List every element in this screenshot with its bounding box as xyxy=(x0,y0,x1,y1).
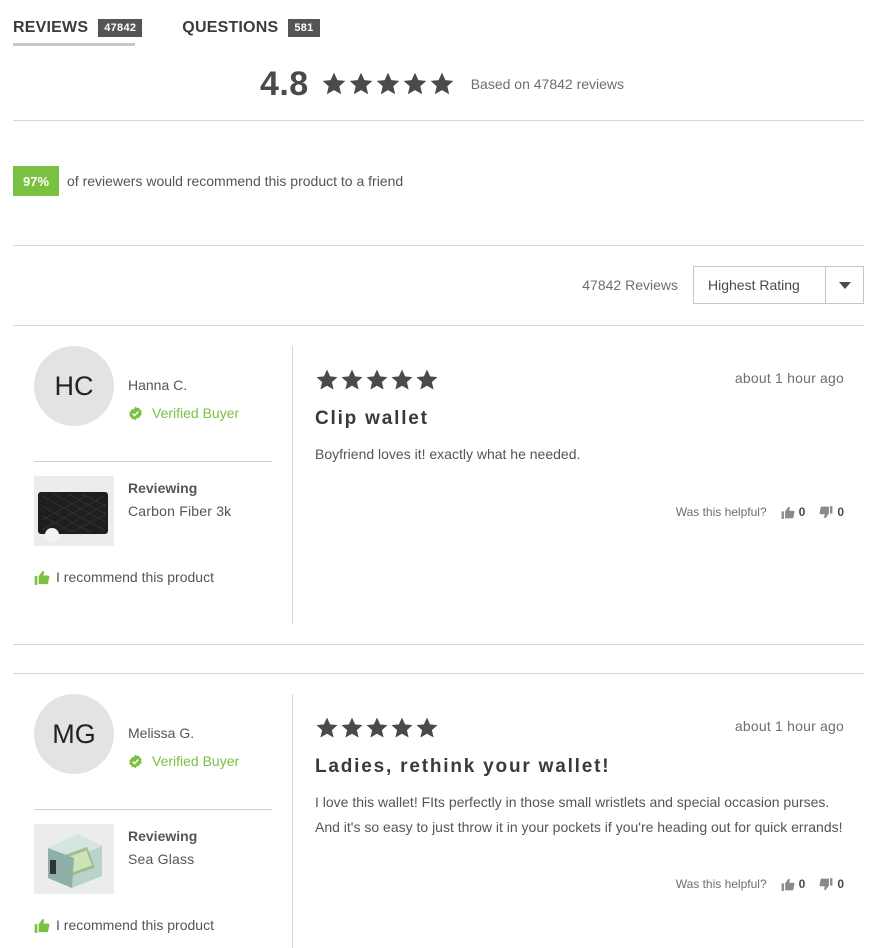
reviewing-label: Reviewing xyxy=(128,480,198,496)
verified-check-icon xyxy=(129,754,142,768)
tab-reviews-label: REVIEWS xyxy=(13,19,89,36)
chevron-down-icon[interactable] xyxy=(825,267,863,303)
star-icon xyxy=(348,71,374,97)
review-timestamp: about 1 hour ago xyxy=(734,718,844,734)
star-icon xyxy=(429,71,455,97)
thumbs-up-icon xyxy=(34,570,50,585)
helpful-votes: Was this helpful? 0 0 xyxy=(676,505,844,519)
divider xyxy=(13,120,864,121)
thumbs-up-icon xyxy=(781,878,795,891)
review-stars xyxy=(315,716,439,745)
verified-buyer: Verified Buyer xyxy=(128,753,239,769)
thumbs-down-icon xyxy=(819,505,833,518)
thumbs-up-icon xyxy=(781,506,795,519)
column-divider xyxy=(292,346,293,624)
product-thumbnail[interactable] xyxy=(34,476,114,546)
thumbs-down-icon xyxy=(819,877,833,890)
divider xyxy=(34,461,272,462)
recommends-product: I recommend this product xyxy=(34,569,214,585)
star-icon xyxy=(340,716,364,740)
summary-stars xyxy=(321,71,455,97)
vote-up-button[interactable]: 0 xyxy=(781,505,806,519)
star-icon xyxy=(415,368,439,392)
recommend-product-label: I recommend this product xyxy=(56,917,214,933)
vote-down-count: 0 xyxy=(837,877,844,891)
review-stars xyxy=(315,368,439,397)
review-item: MG Melissa G. Verified Buyer Reviewing S… xyxy=(13,694,864,948)
star-icon xyxy=(365,716,389,740)
reviewer-panel: HC Hanna C. Verified Buyer Reviewing Car… xyxy=(34,346,272,585)
recommend-product-label: I recommend this product xyxy=(56,569,214,585)
divider xyxy=(13,245,864,246)
tab-questions-label: QUESTIONS xyxy=(182,19,279,36)
star-icon xyxy=(321,71,347,97)
vote-up-count: 0 xyxy=(798,505,806,519)
reviewed-product-name[interactable]: Sea Glass xyxy=(128,851,194,867)
reviewer-panel: MG Melissa G. Verified Buyer Reviewing S… xyxy=(34,694,272,933)
verified-check-icon xyxy=(129,406,142,420)
star-icon xyxy=(315,368,339,392)
tab-questions-count-badge: 581 xyxy=(288,19,320,37)
helpful-votes: Was this helpful? 0 0 xyxy=(676,877,844,891)
divider xyxy=(13,644,864,645)
vote-up-count: 0 xyxy=(798,877,806,891)
recommend-percent-badge: 97% xyxy=(13,166,59,196)
reviewing-label: Reviewing xyxy=(128,828,198,844)
tab-reviews[interactable]: REVIEWS 47842 xyxy=(13,14,143,42)
star-icon xyxy=(375,71,401,97)
column-divider xyxy=(292,694,293,948)
star-icon xyxy=(315,716,339,740)
review-timestamp: about 1 hour ago xyxy=(734,370,844,386)
star-icon xyxy=(390,716,414,740)
product-thumbnail[interactable] xyxy=(34,824,114,894)
reviewer-name: Melissa G. xyxy=(128,725,195,741)
tab-reviews-count-badge: 47842 xyxy=(98,19,143,37)
reviewer-name: Hanna C. xyxy=(128,377,188,393)
star-icon xyxy=(390,368,414,392)
sort-select-value: Highest Rating xyxy=(708,277,800,293)
vote-down-count: 0 xyxy=(837,505,844,519)
recommends-product: I recommend this product xyxy=(34,917,214,933)
review-body: I love this wallet! FIts perfectly in th… xyxy=(315,794,843,835)
divider xyxy=(13,325,864,326)
helpful-label: Was this helpful? xyxy=(675,505,767,519)
based-on-text: Based on 47842 reviews xyxy=(470,76,625,92)
helpful-label: Was this helpful? xyxy=(675,877,767,891)
rating-summary: 4.8 Based on 47842 reviews xyxy=(0,62,884,106)
review-body: Boyfriend loves it! exactly what he need… xyxy=(315,446,581,462)
verified-buyer-label: Verified Buyer xyxy=(152,405,240,421)
average-rating: 4.8 xyxy=(259,64,309,103)
reviewed-product-name[interactable]: Carbon Fiber 3k xyxy=(128,503,231,519)
star-icon xyxy=(415,716,439,740)
review-title: Ladies, rethink your wallet! xyxy=(315,756,611,777)
star-icon xyxy=(402,71,428,97)
star-icon xyxy=(365,368,389,392)
verified-buyer-label: Verified Buyer xyxy=(152,753,240,769)
verified-buyer: Verified Buyer xyxy=(128,405,239,421)
recommend-summary: 97% of reviewers would recommend this pr… xyxy=(13,166,403,196)
vote-up-button[interactable]: 0 xyxy=(781,877,806,891)
tab-questions[interactable]: QUESTIONS 581 xyxy=(182,14,320,42)
review-title: Clip wallet xyxy=(315,408,429,429)
star-icon xyxy=(340,368,364,392)
vote-down-button[interactable]: 0 xyxy=(819,505,844,519)
avatar: HC xyxy=(34,346,114,426)
vote-down-button[interactable]: 0 xyxy=(819,877,844,891)
avatar: MG xyxy=(34,694,114,774)
review-item: HC Hanna C. Verified Buyer Reviewing Car… xyxy=(13,346,864,624)
recommend-text: of reviewers would recommend this produc… xyxy=(67,173,404,189)
thumbs-up-icon xyxy=(34,918,50,933)
divider xyxy=(34,809,272,810)
divider xyxy=(13,673,864,674)
active-tab-indicator xyxy=(13,43,135,46)
sort-bar: 47842 Reviews Highest Rating xyxy=(582,266,864,304)
reviews-count: 47842 Reviews xyxy=(582,277,678,293)
sort-select[interactable]: Highest Rating xyxy=(693,266,864,304)
